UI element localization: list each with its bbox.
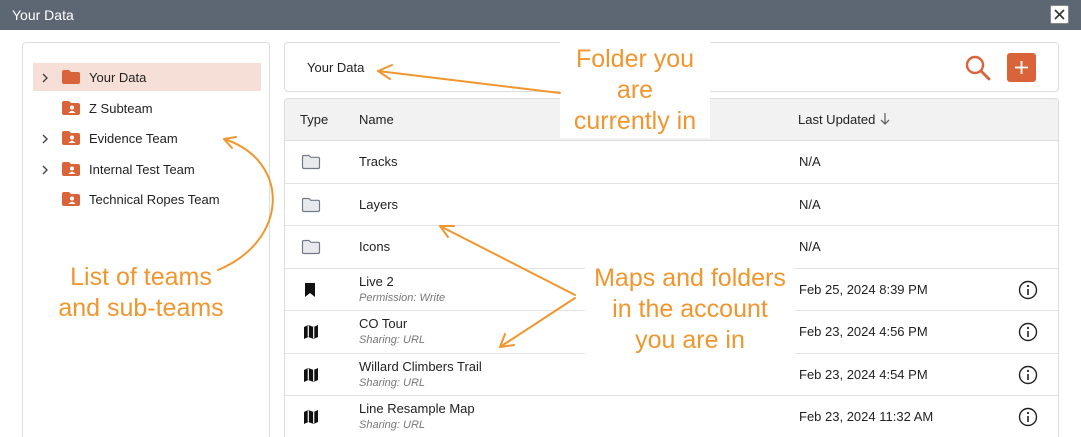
annotation-text: List of teams (70, 263, 212, 291)
info-icon[interactable] (1018, 407, 1038, 427)
folder-icon (301, 155, 321, 170)
table-row[interactable]: Willard Climbers Trail Sharing: URL Feb 23… (285, 354, 1058, 396)
window-title: Your Data (12, 7, 74, 23)
sidebar-item-label: Evidence Team (89, 131, 178, 146)
row-name[interactable]: Tracks (359, 154, 398, 169)
map-icon (304, 367, 318, 382)
annotation-text: you are in (635, 326, 745, 354)
row-subtitle: Sharing: URL (359, 376, 426, 389)
table-row[interactable]: Layers N/A (285, 184, 1058, 226)
sidebar-item-1[interactable]: Z Subteam (33, 94, 261, 122)
row-last-updated: N/A (799, 154, 821, 170)
chevron-right-icon[interactable] (41, 73, 49, 83)
arrow-down-icon[interactable] (879, 112, 891, 126)
table-row[interactable]: Line Resample Map Sharing: URL Feb 23, 202… (285, 396, 1058, 437)
map-icon (304, 410, 318, 425)
row-type-icon (301, 197, 321, 216)
sidebar-item-3[interactable]: Internal Test Team (33, 155, 261, 183)
column-header-name[interactable]: Name (359, 112, 394, 127)
sidebar-item-label: Your Data (89, 70, 147, 85)
row-name[interactable]: CO Tour (359, 316, 407, 331)
annotation-text: Maps and folders (594, 264, 786, 292)
row-subtitle: Permission: Write (359, 291, 446, 304)
expand-toggle[interactable] (41, 132, 49, 147)
row-last-updated: Feb 23, 2024 11:32 AM (799, 409, 934, 425)
row-info-button[interactable] (1018, 407, 1038, 430)
row-type-icon (301, 154, 321, 173)
row-last-updated: Feb 25, 2024 8:39 PM (799, 281, 928, 297)
row-name[interactable]: Layers (359, 197, 398, 212)
search-button[interactable] (963, 53, 993, 83)
add-button[interactable] (1007, 53, 1036, 82)
sidebar-item-icon (61, 161, 81, 180)
team-folder-icon (62, 161, 80, 176)
row-info-button[interactable] (1018, 365, 1038, 388)
row-last-updated: N/A (799, 239, 821, 255)
row-name[interactable]: Willard Climbers Trail (359, 359, 482, 374)
row-type-icon (304, 282, 316, 301)
annotation-text: are (616, 76, 654, 104)
sidebar-item-0[interactable]: Your Data (33, 63, 261, 91)
folder-icon (301, 240, 321, 255)
sidebar-item-label: Internal Test Team (89, 161, 195, 177)
window-titlebar: Your Data (0, 0, 1081, 30)
column-header-last-updated[interactable]: Last Updated (798, 112, 875, 127)
expand-toggle[interactable] (41, 163, 49, 178)
sidebar-item-icon (61, 100, 81, 119)
row-type-icon (303, 409, 319, 428)
chevron-right-icon[interactable] (41, 165, 49, 175)
annotation-text: Folder you (575, 45, 695, 73)
plus-icon (1015, 61, 1028, 74)
close-icon (1054, 9, 1065, 20)
bookmark-icon (305, 282, 315, 297)
info-icon[interactable] (1018, 280, 1038, 300)
row-type-icon (303, 367, 319, 386)
row-name[interactable]: Icons (359, 239, 390, 254)
annotation-maps: Maps and folders in the account you are … (585, 263, 795, 357)
row-subtitle: Sharing: URL (359, 419, 426, 431)
row-name[interactable]: Live 2 (359, 274, 394, 289)
chevron-right-icon[interactable] (41, 134, 49, 144)
folder-icon (301, 197, 321, 212)
annotation-text: and sub-teams (58, 294, 224, 322)
sidebar-item-4[interactable]: Technical Ropes Team (33, 185, 261, 213)
table-row[interactable]: Tracks N/A (285, 141, 1058, 184)
row-name[interactable]: Line Resample Map (359, 401, 475, 416)
row-type-icon (303, 324, 319, 343)
row-last-updated: Feb 23, 2024 4:54 PM (799, 366, 928, 382)
annotation-text: currently in (573, 107, 697, 135)
sidebar-item-label: Technical Ropes Team (89, 192, 220, 207)
expand-toggle[interactable] (41, 71, 49, 86)
current-folder-breadcrumb: Your Data (307, 60, 365, 75)
team-folder-icon (62, 100, 80, 115)
annotation-teams: List of teams and sub-teams (46, 262, 236, 326)
row-type-icon (301, 239, 321, 258)
sidebar-item-icon (61, 191, 81, 210)
sidebar-item-icon (61, 69, 81, 88)
team-sidebar: Your Data Z Subteam Evidence Team Internal … (22, 42, 270, 437)
row-last-updated: N/A (799, 196, 821, 212)
sidebar-item-2[interactable]: Evidence Team (33, 124, 261, 152)
annotation-current-folder: Folder you are currently in (560, 42, 710, 138)
map-icon (304, 325, 318, 340)
info-icon[interactable] (1018, 322, 1038, 342)
info-icon[interactable] (1018, 365, 1038, 385)
column-header-type[interactable]: Type (300, 112, 328, 127)
row-last-updated: Feb 23, 2024 4:56 PM (799, 324, 928, 340)
team-folder-icon (62, 192, 80, 206)
row-subtitle: Sharing: URL (359, 334, 426, 346)
row-info-button[interactable] (1018, 322, 1038, 345)
close-button[interactable] (1050, 5, 1069, 24)
sidebar-item-icon (61, 130, 81, 149)
team-folder-icon (62, 131, 80, 145)
annotation-text: in the account (612, 295, 768, 323)
search-icon (965, 55, 991, 81)
folder-icon (62, 70, 80, 84)
sidebar-item-label: Z Subteam (89, 100, 153, 116)
row-info-button[interactable] (1018, 280, 1038, 303)
